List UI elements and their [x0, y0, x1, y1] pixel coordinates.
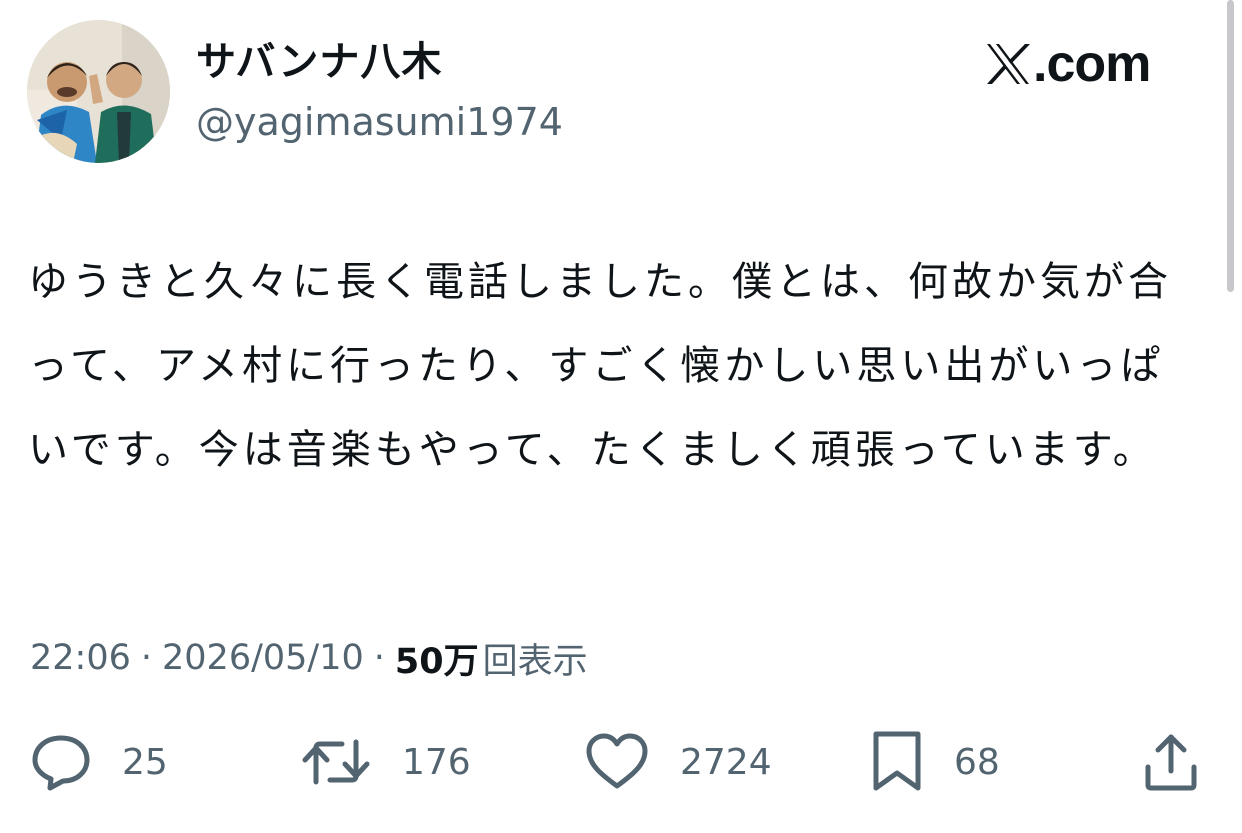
meta-separator: · — [373, 638, 385, 678]
reply-button[interactable]: 25 — [30, 730, 168, 794]
bookmark-count: 68 — [954, 741, 1000, 783]
tweet-text: ゆうきと久々に長く電話しました。僕とは、何故か気が合って、アメ村に行ったり、すご… — [28, 259, 1172, 473]
brand-logo: .com — [985, 34, 1151, 94]
user-handle[interactable]: @yagimasumi1974 — [196, 96, 563, 148]
views-label: 回表示 — [482, 641, 588, 682]
avatar[interactable] — [27, 20, 170, 163]
repost-button[interactable]: 176 — [300, 730, 471, 794]
like-button[interactable]: 2724 — [584, 730, 772, 794]
tweet-date[interactable]: 2026/05/10 — [162, 638, 364, 678]
avatar-photo — [27, 20, 170, 163]
bookmark-button[interactable]: 68 — [870, 730, 1000, 794]
like-count: 2724 — [680, 741, 772, 783]
x-logo-icon — [987, 44, 1030, 84]
tweet-time[interactable]: 22:06 — [30, 638, 131, 678]
bookmark-icon — [873, 731, 921, 791]
brand-name: .com — [1033, 35, 1151, 93]
share-button[interactable] — [1140, 730, 1202, 794]
tweet-meta: 22:06 · 2026/05/10 · 50万 回表示 — [30, 632, 588, 684]
scrollbar[interactable] — [1227, 0, 1234, 292]
views-count[interactable]: 50万 — [395, 633, 479, 684]
display-name[interactable]: サバンナ八木 — [196, 36, 442, 88]
reply-count: 25 — [122, 741, 168, 783]
repost-count: 176 — [402, 741, 471, 783]
share-upload-icon — [1145, 734, 1197, 791]
heart-icon — [586, 733, 648, 789]
repost-arrows-icon — [302, 739, 370, 785]
meta-separator: · — [140, 638, 153, 678]
speech-bubble-icon — [32, 735, 90, 791]
action-bar: 25 176 2724 68 — [0, 730, 1242, 794]
